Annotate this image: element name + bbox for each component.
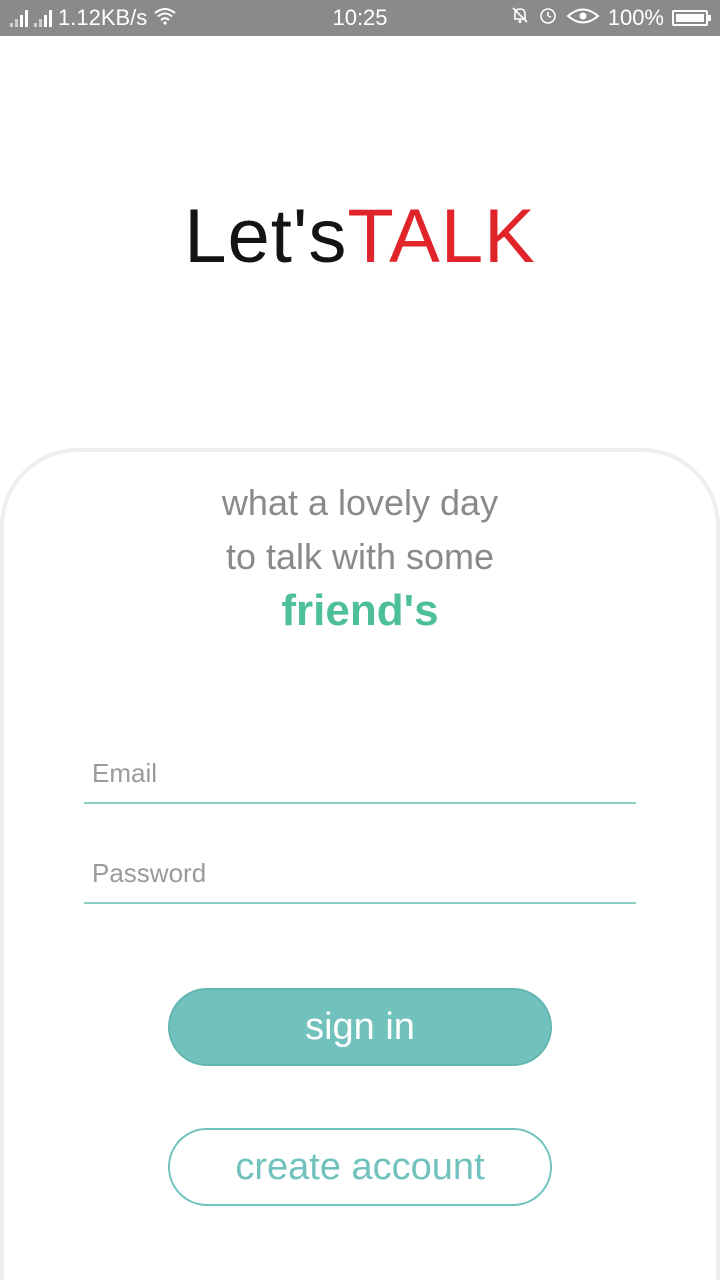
app-logo: Let'sTALK [0,192,720,282]
password-field[interactable] [84,844,636,904]
status-bar: 1.12KB/s 10:25 100% [0,0,720,36]
status-time: 10:25 [332,5,388,30]
status-left: 1.12KB/s [10,0,177,36]
alarm-icon [538,5,558,31]
create-account-button[interactable]: create account [168,1128,552,1206]
eye-icon [566,5,600,31]
sign-in-button[interactable]: sign in [168,988,552,1066]
tagline-line-2: to talk with some [225,536,495,577]
login-screen: 1.12KB/s 10:25 100% Let'sTALK what a lov… [0,0,720,1280]
signal-icon [10,9,28,27]
battery-icon [672,10,711,26]
mute-icon [510,5,530,31]
status-right: 100% [510,0,711,36]
logo-lets: Let's [184,194,348,279]
tagline-highlight: friend's [281,586,439,635]
network-speed: 1.12KB/s [58,5,148,30]
email-field[interactable] [84,744,636,804]
wifi-icon [153,5,177,31]
battery-percent: 100% [607,5,664,30]
signal-icon [34,9,52,27]
logo-talk: TALK [347,194,536,279]
tagline-line-1: what a lovely day [221,482,499,523]
